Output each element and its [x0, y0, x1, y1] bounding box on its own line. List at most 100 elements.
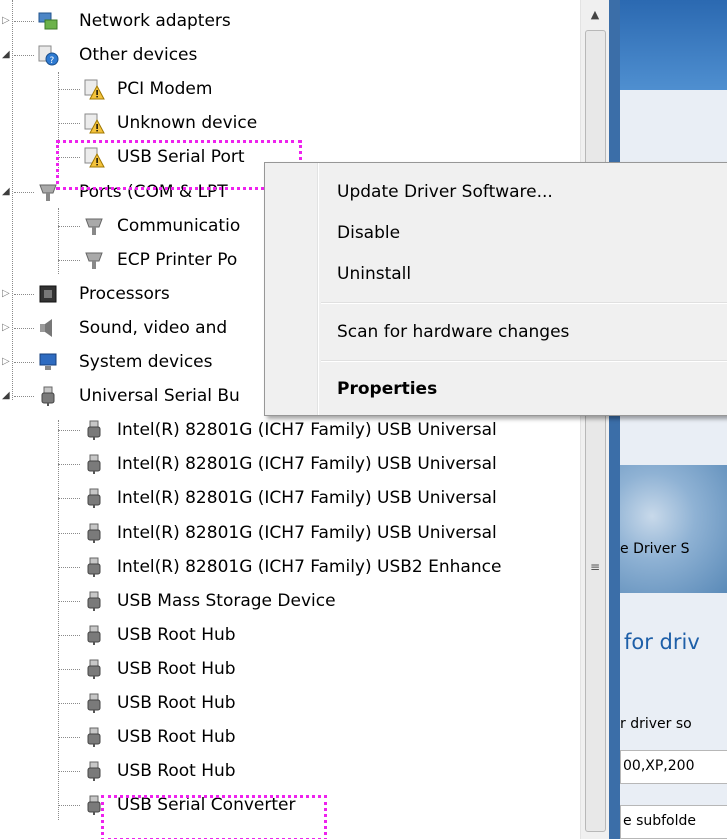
menu-item-update-driver[interactable]: Update Driver Software...: [337, 178, 553, 206]
tree-item-label: System devices: [79, 352, 213, 372]
svg-text:?: ?: [50, 56, 55, 66]
tree-connector: [58, 208, 59, 274]
tree-connector: [58, 669, 80, 670]
tree-connector: [14, 396, 34, 397]
tree-item-label: USB Root Hub: [117, 761, 236, 781]
tree-item-label: Other devices: [79, 45, 198, 65]
wizard-heading: for driv: [624, 630, 700, 654]
tree-item-label: Sound, video and: [79, 318, 228, 338]
scroll-thumb[interactable]: [585, 30, 606, 832]
collapsed-arrow-icon[interactable]: ▷: [2, 356, 12, 368]
menu-icon-gutter: [265, 163, 319, 415]
usb-plug-icon: [83, 726, 105, 748]
tree-connector: [12, 0, 13, 400]
scroll-grip-icon: ≡: [590, 560, 601, 574]
tree-item-label: Universal Serial Bu: [79, 386, 240, 406]
path-field[interactable]: 00,XP,200: [620, 750, 727, 784]
context-menu: Update Driver Software... Disable Uninst…: [264, 162, 727, 416]
usb-plug-icon: [83, 522, 105, 544]
tree-connector: [58, 567, 80, 568]
tree-item-label: Unknown device: [117, 113, 258, 133]
tree-item-label: USB Mass Storage Device: [117, 591, 336, 611]
tree-item[interactable]: USB Root Hub: [0, 620, 580, 650]
window-title-bar: [620, 0, 727, 90]
tree-item[interactable]: Intel(R) 82801G (ICH7 Family) USB Univer…: [0, 518, 580, 548]
scroll-up-arrow-icon[interactable]: ▲: [586, 6, 604, 24]
banner-text: e Driver S: [620, 541, 690, 557]
tree-item[interactable]: Intel(R) 82801G (ICH7 Family) USB Univer…: [0, 483, 580, 513]
menu-item-properties[interactable]: Properties: [337, 375, 437, 403]
tree-connector: [58, 498, 80, 499]
collapsed-arrow-icon[interactable]: ▷: [2, 288, 12, 300]
tree-connector: [58, 123, 80, 124]
tree-item[interactable]: Intel(R) 82801G (ICH7 Family) USB Univer…: [0, 415, 580, 445]
usb-plug-icon: [37, 385, 59, 407]
tree-item[interactable]: Intel(R) 82801G (ICH7 Family) USB2 Enhan…: [0, 552, 580, 582]
tree-connector: [14, 55, 34, 56]
tree-connector: [58, 601, 80, 602]
tree-item[interactable]: USB Root Hub: [0, 756, 580, 786]
tree-connector: [14, 362, 34, 363]
tree-connector: [58, 635, 80, 636]
expanded-arrow-icon[interactable]: ◢: [2, 390, 12, 402]
menu-separator: [321, 360, 727, 362]
tree-item-label: Communicatio: [117, 216, 241, 236]
tree-item[interactable]: USB Root Hub: [0, 722, 580, 752]
tree-item[interactable]: PCI Modem: [0, 74, 580, 104]
tree-item-label: USB Root Hub: [117, 625, 236, 645]
usb-plug-icon: [83, 624, 105, 646]
tree-connector: [58, 805, 80, 806]
vertical-scrollbar[interactable]: ▲ ≡: [580, 0, 609, 839]
speaker-icon: [37, 317, 59, 339]
network-adapter-icon: [37, 10, 59, 32]
collapsed-arrow-icon[interactable]: ▷: [2, 15, 12, 27]
tree-item[interactable]: Intel(R) 82801G (ICH7 Family) USB Univer…: [0, 449, 580, 479]
usb-plug-icon: [83, 760, 105, 782]
tree-connector: [58, 703, 80, 704]
tree-item-label: USB Root Hub: [117, 659, 236, 679]
usb-plug-icon: [83, 556, 105, 578]
tree-item-label: Network adapters: [79, 11, 231, 31]
usb-plug-icon: [83, 453, 105, 475]
system-devices-icon: [37, 351, 59, 373]
tree-connector: [58, 420, 59, 820]
port-icon: [83, 215, 105, 237]
tree-item[interactable]: ▷ Network adapters: [0, 6, 580, 36]
highlight-usb-serial-converter: [101, 795, 327, 839]
menu-separator: [321, 302, 727, 304]
tree-item[interactable]: USB Mass Storage Device: [0, 586, 580, 616]
tree-connector: [58, 464, 80, 465]
device-manager-screenshot: e Driver S for driv r driver so 00,XP,20…: [0, 0, 727, 839]
expanded-arrow-icon[interactable]: ◢: [2, 186, 12, 198]
tree-item[interactable]: Unknown device: [0, 108, 580, 138]
tree-connector: [58, 89, 80, 90]
subfolder-checkbox-row[interactable]: e subfolde: [620, 805, 727, 839]
menu-item-scan-hardware[interactable]: Scan for hardware changes: [337, 318, 569, 346]
path-field-value: 00,XP,200: [623, 758, 695, 774]
processor-icon: [37, 283, 59, 305]
tree-connector: [58, 771, 80, 772]
tree-item[interactable]: ◢? Other devices: [0, 40, 580, 70]
tree-item[interactable]: USB Root Hub: [0, 688, 580, 718]
usb-plug-icon: [83, 590, 105, 612]
menu-item-disable[interactable]: Disable: [337, 219, 400, 247]
expanded-arrow-icon[interactable]: ◢: [2, 49, 12, 61]
wizard-banner: [620, 465, 727, 593]
tree-item-label: USB Root Hub: [117, 727, 236, 747]
warning-device-icon: [83, 78, 105, 100]
tree-item-label: Intel(R) 82801G (ICH7 Family) USB Univer…: [117, 523, 497, 543]
tree-item-label: USB Root Hub: [117, 693, 236, 713]
tree-connector: [14, 21, 34, 22]
tree-item-label: Intel(R) 82801G (ICH7 Family) USB Univer…: [117, 488, 497, 508]
wizard-text-line: r driver so: [620, 716, 692, 732]
collapsed-arrow-icon[interactable]: ▷: [2, 322, 12, 334]
menu-item-uninstall[interactable]: Uninstall: [337, 260, 411, 288]
tree-item-label: Processors: [79, 284, 170, 304]
tree-item-label: PCI Modem: [117, 79, 213, 99]
tree-item[interactable]: USB Root Hub: [0, 654, 580, 684]
tree-connector: [58, 260, 80, 261]
warning-device-icon: [83, 112, 105, 134]
usb-plug-icon: [83, 487, 105, 509]
tree-item-label: Intel(R) 82801G (ICH7 Family) USB Univer…: [117, 454, 497, 474]
tree-connector: [14, 294, 34, 295]
